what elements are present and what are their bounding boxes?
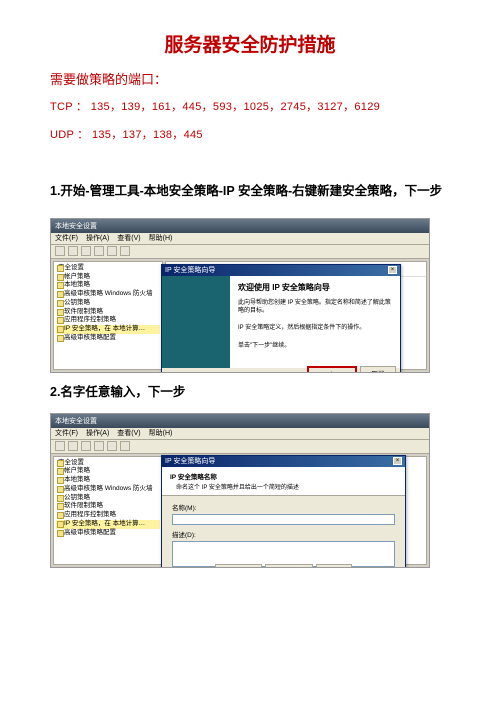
window-titlebar: 本地安全设置 [51,414,429,428]
window-title: 本地安全设置 [55,221,97,231]
wizard-dialog-1: IP 安全策略向导 × 欢迎使用 IP 安全策略向导 此向导帮助您创建 IP 安… [161,264,401,373]
close-icon[interactable]: × [388,266,397,274]
wizard-dialog-2: IP 安全策略向导 × IP 安全策略名称 命名这个 IP 安全策略并且给出一个… [161,455,406,568]
tree-item[interactable]: 公钥策略 [56,494,160,503]
toolbar-icon[interactable] [81,246,91,256]
content-panel: IP 安全策略向导 × IP 安全策略名称 命名这个 IP 安全策略并且给出一个… [165,456,427,565]
back-button[interactable]: < 上一步(B) [215,564,263,568]
cancel-button[interactable]: 取消 [316,564,352,568]
dialog-header: IP 安全策略名称 命名这个 IP 安全策略并且给出一个简短的描述 [162,467,405,496]
wizard-hint: 单击"下一步"继续。 [238,342,392,350]
tree-item[interactable]: 应用程序控制策略 [56,316,160,325]
toolbar-icon[interactable] [107,246,117,256]
tree-item[interactable]: 帐户策略 [56,467,160,476]
menu-view[interactable]: 查看(V) [117,233,140,243]
tree-item[interactable]: 高级审核策略配置 [56,334,160,343]
menu-action[interactable]: 操作(A) [86,233,109,243]
toolbar-icon[interactable] [68,246,78,256]
menu-help[interactable]: 帮助(H) [149,428,173,438]
tree-item[interactable]: 软件限制策略 [56,502,160,511]
toolbar-icon[interactable] [94,441,104,451]
menu-file[interactable]: 文件(F) [55,428,78,438]
wizard-button-row: 下一步(N) > 取消 [307,366,396,373]
tree-item[interactable]: 帐户策略 [56,273,160,282]
window-title: 本地安全设置 [55,416,97,426]
dialog-titlebar: IP 安全策略向导 × [162,265,400,276]
dialog-header-subtitle: 命名这个 IP 安全策略并且给出一个简短的描述 [170,482,397,491]
window-toolbar [51,440,429,454]
menu-help[interactable]: 帮助(H) [149,233,173,243]
step-1-text: 1.开始-管理工具-本地安全策略-IP 安全策略-右键新建安全策略，下一步 [50,180,450,204]
dialog-body: 名称(M): 描述(D): [162,496,405,568]
dialog-header-title: IP 安全策略名称 [170,471,397,481]
toolbar-icon[interactable] [81,441,91,451]
next-button[interactable]: 下一步(N) > [265,564,313,568]
close-icon[interactable]: × [393,457,402,465]
wizard-main: 欢迎使用 IP 安全策略向导 此向导帮助您创建 IP 安全策略。指定名称和简述了… [230,276,400,368]
tree-panel: 安全设置 帐户策略 本地策略 高级审核策略 Windows 防火墙 公钥策略 软… [53,456,163,565]
cancel-button[interactable]: 取消 [360,366,396,373]
tree-item[interactable]: 应用程序控制策略 [56,511,160,520]
menu-file[interactable]: 文件(F) [55,233,78,243]
tree-item[interactable]: 公钥策略 [56,299,160,308]
tcp-ports: TCP ： 135，139，161，445，593，1025，2745，3127… [50,98,450,114]
toolbar-icon[interactable] [120,246,130,256]
toolbar-icon[interactable] [94,246,104,256]
tree-item[interactable]: 高级审核策略 Windows 防火墙 [56,485,160,494]
tree-item[interactable]: 本地策略 [56,281,160,290]
screenshot-1: 本地安全设置 文件(F) 操作(A) 查看(V) 帮助(H) 安全设置 帐户策略… [50,218,430,373]
tree-root[interactable]: 安全设置 [56,264,160,273]
tree-panel: 安全设置 帐户策略 本地策略 高级审核策略 Windows 防火墙 公钥策略 软… [53,261,163,370]
toolbar-icon[interactable] [68,441,78,451]
window-toolbar [51,245,429,259]
tree-item[interactable]: 高级审核策略配置 [56,529,160,538]
toolbar-icon[interactable] [120,441,130,451]
wizard-text: 此向导帮助您创建 IP 安全策略。指定名称和简述了解此策略的目标。 [238,299,392,316]
wizard-sidebar-image [162,276,230,368]
ports-subtitle: 需要做策略的端口： [50,69,450,88]
toolbar-icon[interactable] [55,441,65,451]
dialog-title: IP 安全策略向导 [165,265,215,275]
tree-item-ip-policy[interactable]: IP 安全策略，在 本地计算… [56,325,160,334]
menu-view[interactable]: 查看(V) [117,428,140,438]
window-menubar: 文件(F) 操作(A) 查看(V) 帮助(H) [51,233,429,245]
udp-ports: UDP ： 135，137，138，445 [50,126,450,142]
tree-root[interactable]: 安全设置 [56,459,160,468]
menu-action[interactable]: 操作(A) [86,428,109,438]
wizard-heading: 欢迎使用 IP 安全策略向导 [238,282,392,293]
wizard-button-row: < 上一步(B) 下一步(N) > 取消 [162,564,405,568]
wizard-text: IP 安全策略定义，然后根据指定条件下的操作。 [238,324,392,332]
window-menubar: 文件(F) 操作(A) 查看(V) 帮助(H) [51,428,429,440]
step-2-text: 2.名字任意输入，下一步 [50,381,450,405]
content-panel: 名称 IP 安全策略向导 × 欢迎使用 IP 安全策略向导 此向导帮助您创建 I… [165,261,427,370]
description-label: 描述(D): [172,529,395,539]
document-title: 服务器安全防护措施 [50,30,450,57]
dialog-titlebar: IP 安全策略向导 × [162,456,405,467]
name-input[interactable] [172,514,395,525]
tree-item-ip-policy[interactable]: IP 安全策略，在 本地计算… [56,520,160,529]
tree-item[interactable]: 本地策略 [56,476,160,485]
dialog-title: IP 安全策略向导 [165,456,215,466]
screenshot-2: 本地安全设置 文件(F) 操作(A) 查看(V) 帮助(H) 安全设置 帐户策略… [50,413,430,568]
name-label: 名称(M): [172,502,395,512]
next-button[interactable]: 下一步(N) > [307,366,357,373]
toolbar-icon[interactable] [55,246,65,256]
window-titlebar: 本地安全设置 [51,219,429,233]
toolbar-icon[interactable] [107,441,117,451]
tree-item[interactable]: 高级审核策略 Windows 防火墙 [56,290,160,299]
